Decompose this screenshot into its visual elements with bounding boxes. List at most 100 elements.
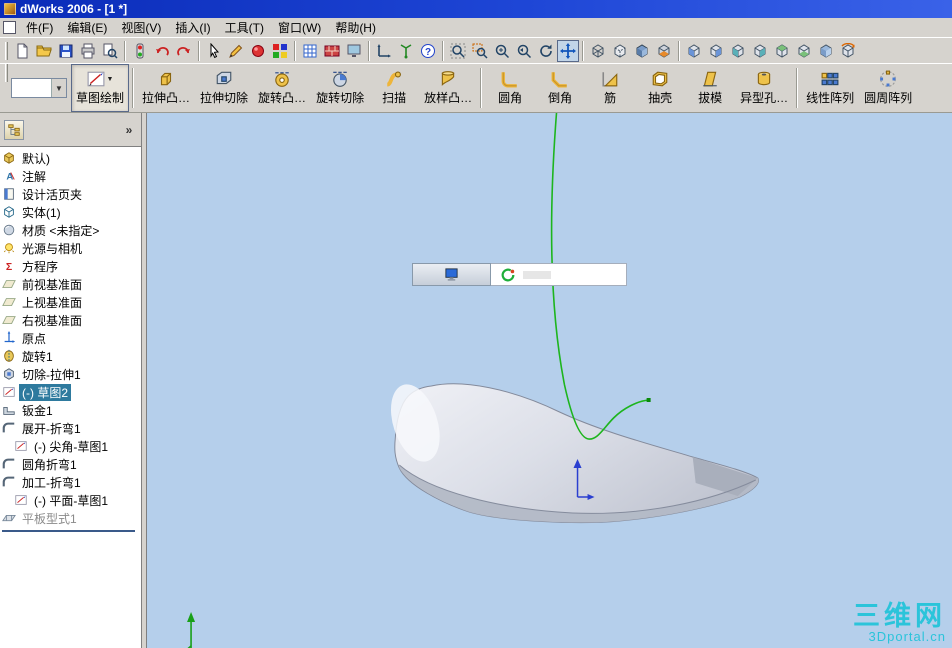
open-document-button[interactable]	[33, 40, 55, 62]
tree-item[interactable]: Σ 方程序	[0, 257, 141, 275]
tree-item[interactable]: 加工-折弯1	[0, 473, 141, 491]
print-preview-button[interactable]	[99, 40, 121, 62]
help-button[interactable]: ?	[417, 40, 439, 62]
wireframe-button[interactable]	[587, 40, 609, 62]
revolve-boss-button[interactable]: 旋转凸…	[253, 64, 311, 112]
zoom-area-button[interactable]	[469, 40, 491, 62]
view-back-button[interactable]	[705, 40, 727, 62]
zoom-prev-button[interactable]	[513, 40, 535, 62]
tree-item[interactable]: 设计活页夹	[0, 185, 141, 203]
tree-item[interactable]: 前视基准面	[0, 275, 141, 293]
tree-item[interactable]: 平板型式1	[0, 509, 141, 527]
sketch-button[interactable]: ▼ 草图绘制	[71, 64, 130, 112]
circular-pattern-button[interactable]: 圆周阵列	[859, 64, 917, 112]
viewport[interactable]: 三维网 3Dportal.cn	[147, 113, 952, 648]
tree-item[interactable]: 默认)	[0, 149, 141, 167]
menu-item[interactable]: 编辑(E)	[60, 17, 114, 38]
menu-item[interactable]: 窗口(W)	[271, 17, 328, 38]
menu-item[interactable]: 帮助(H)	[328, 17, 383, 38]
menu-item[interactable]: 件(F)	[19, 17, 60, 38]
loft-button[interactable]: 放样凸…	[419, 64, 477, 112]
pencil-button[interactable]	[225, 40, 247, 62]
view-3d-button[interactable]	[395, 40, 417, 62]
fillet-button[interactable]: 圆角	[485, 64, 535, 112]
toolbar-grip[interactable]	[5, 41, 8, 60]
tree-item[interactable]: 钣金1	[0, 401, 141, 419]
tree-item[interactable]: 展开-折弯1	[0, 419, 141, 437]
tree-item[interactable]: 右视基准面	[0, 311, 141, 329]
tree-item[interactable]: (-) 尖角-草图1	[0, 437, 141, 455]
view-left-button[interactable]	[727, 40, 749, 62]
tree-item[interactable]: A 注解	[0, 167, 141, 185]
toolbar-grip[interactable]	[5, 64, 8, 82]
panel-overflow-chevron[interactable]: »	[121, 122, 137, 138]
chamfer-button[interactable]: 倒角	[535, 64, 585, 112]
tree-item-label: 旋转1	[22, 349, 53, 364]
zoom-fit-button[interactable]	[447, 40, 469, 62]
title-bar[interactable]: dWorks 2006 - [1 *]	[0, 0, 952, 18]
view-bottom-button[interactable]	[793, 40, 815, 62]
tree-item[interactable]: (-) 草图2	[0, 383, 141, 401]
sweep-button[interactable]: 扫描	[369, 64, 419, 112]
extrude-cut-button[interactable]: 拉伸切除	[195, 64, 253, 112]
print-button[interactable]	[77, 40, 99, 62]
appearance-ball-button[interactable]	[247, 40, 269, 62]
menu-item[interactable]: 插入(I)	[168, 17, 217, 38]
menu-item[interactable]: 工具(T)	[218, 17, 271, 38]
model-3d[interactable]	[382, 378, 759, 524]
view-iso-button[interactable]	[815, 40, 837, 62]
rebuild-button[interactable]	[129, 40, 151, 62]
rotate-view-button[interactable]	[535, 40, 557, 62]
tree-item[interactable]: (-) 平面-草图1	[0, 491, 141, 509]
draft-button[interactable]: 拔模	[685, 64, 735, 112]
menu-item[interactable]: 视图(V)	[114, 17, 168, 38]
tree-item[interactable]: 切除-拉伸1	[0, 365, 141, 383]
tree-item[interactable]: 实体(1)	[0, 203, 141, 221]
document-icon[interactable]	[3, 21, 16, 34]
feature-button-label: 拔模	[698, 91, 723, 105]
grid-button[interactable]	[299, 40, 321, 62]
tree-item[interactable]: 材质 <未指定>	[0, 221, 141, 239]
view-orientation-button[interactable]	[837, 40, 859, 62]
pan-button[interactable]	[557, 39, 579, 62]
undo-button[interactable]	[151, 40, 173, 62]
dropdown-arrow-icon[interactable]: ▼	[107, 76, 114, 83]
tree-item[interactable]: 上视基准面	[0, 293, 141, 311]
display-settings-button[interactable]	[343, 40, 365, 62]
feature-tree-tab[interactable]	[4, 119, 24, 140]
tree-item[interactable]: 圆角折弯1	[0, 455, 141, 473]
feature-button-label: 扫描	[382, 91, 407, 105]
toolbar-separator	[368, 40, 370, 61]
view-front-button[interactable]	[683, 40, 705, 62]
tree-item-label: 实体(1)	[22, 205, 61, 220]
tree-item[interactable]: 原点	[0, 329, 141, 347]
redo-button[interactable]	[173, 40, 195, 62]
rollback-bar[interactable]	[2, 530, 135, 532]
bricks-button[interactable]	[321, 40, 343, 62]
zoom-in-out-button[interactable]	[491, 40, 513, 62]
revolve-cut-button[interactable]: 旋转切除	[311, 64, 369, 112]
feature-button-label: 放样凸…	[424, 91, 473, 105]
spline-endpoint[interactable]	[646, 398, 651, 402]
rib-button[interactable]: 筋	[585, 64, 635, 112]
feature-button-label: 旋转切除	[316, 91, 365, 105]
extrude-boss-button[interactable]: 拉伸凸…	[137, 64, 195, 112]
hole-wizard-button[interactable]: 异型孔…	[735, 64, 793, 112]
new-document-button[interactable]	[11, 40, 33, 62]
axes-button[interactable]	[373, 40, 395, 62]
shaded-button[interactable]	[631, 40, 653, 62]
feature-button-label: 拉伸切除	[200, 91, 249, 105]
color-swatch-button[interactable]	[269, 40, 291, 62]
combo-dropdown-icon[interactable]: ▼	[51, 79, 66, 97]
sketch-combo[interactable]: ▼	[11, 78, 67, 98]
view-top-button[interactable]	[771, 40, 793, 62]
view-right-button[interactable]	[749, 40, 771, 62]
select-arrow-button[interactable]	[203, 40, 225, 62]
tree-item[interactable]: 光源与相机	[0, 239, 141, 257]
shell-button[interactable]: 抽壳	[635, 64, 685, 112]
tree-item[interactable]: 旋转1	[0, 347, 141, 365]
linear-pattern-button[interactable]: 线性阵列	[801, 64, 859, 112]
section-view-button[interactable]	[653, 40, 675, 62]
hidden-lines-button[interactable]	[609, 40, 631, 62]
save-button[interactable]	[55, 40, 77, 62]
